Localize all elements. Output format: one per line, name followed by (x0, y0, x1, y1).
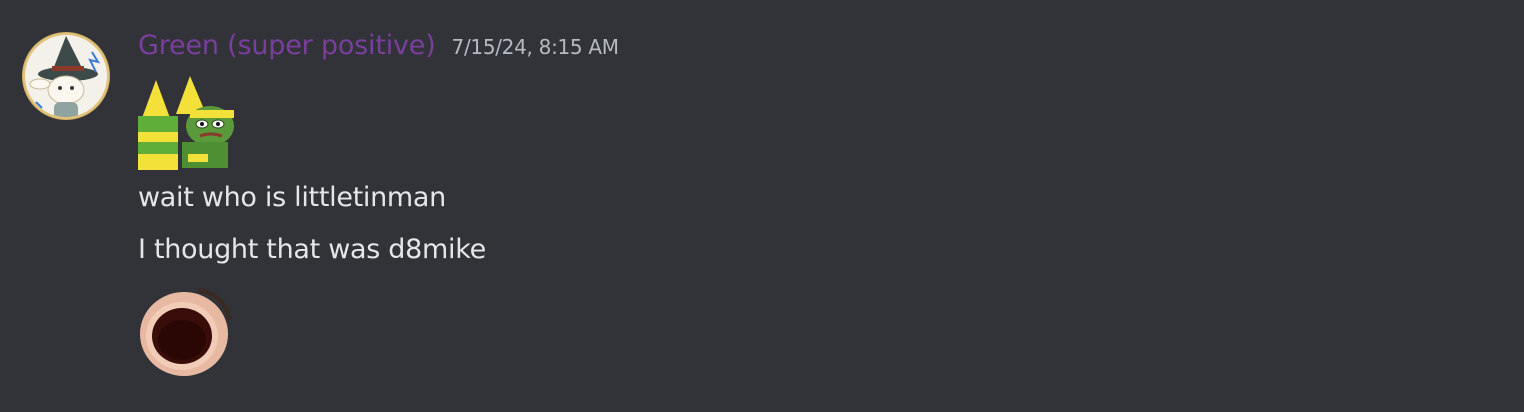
message-line-emoji (138, 74, 1504, 172)
message-line-emoji (138, 284, 1504, 384)
user-avatar[interactable] (22, 32, 110, 120)
message-text-line: wait who is littletinman (138, 182, 446, 213)
yellow-hat-pepe-emoji-icon[interactable] (138, 74, 234, 170)
message-timestamp[interactable]: 7/15/24, 8:15 AM (452, 35, 620, 59)
username[interactable]: Green (super positive) (138, 30, 436, 61)
message-text-line: I thought that was d8mike (138, 234, 486, 265)
screaming-face-emoji-icon[interactable] (138, 284, 234, 380)
wizard-cat-avatar-icon (22, 32, 110, 120)
message-header: Green (super positive) 7/15/24, 8:15 AM (138, 30, 1504, 74)
message-content: Green (super positive) 7/15/24, 8:15 AM (138, 30, 1504, 384)
chat-message: Green (super positive) 7/15/24, 8:15 AM (0, 0, 1524, 412)
